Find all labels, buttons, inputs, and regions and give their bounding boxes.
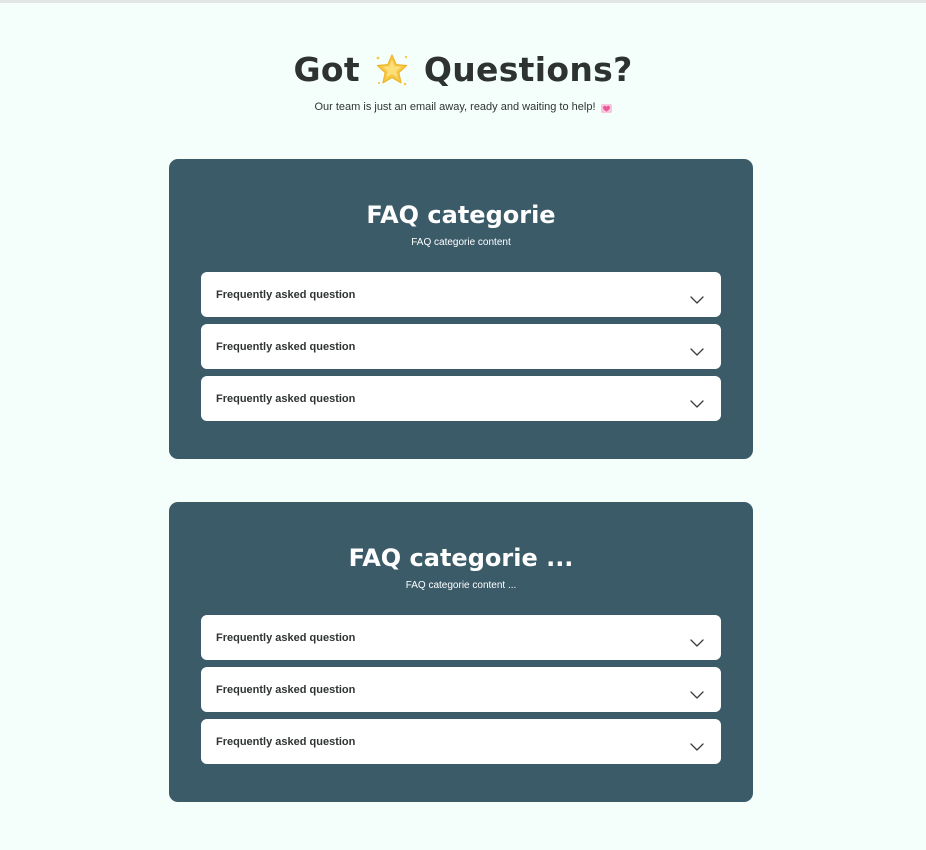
faq-category-1: FAQ categorie FAQ categorie content Freq… [169,159,753,459]
page-title: Got Questions? [0,48,926,92]
chevron-down-icon[interactable] [690,686,704,699]
faq-question: Frequently asked question [216,683,356,696]
chevron-down-icon[interactable] [690,634,704,647]
faq-list: Frequently asked question Frequently ask… [201,272,721,428]
faq-item[interactable]: Frequently asked question [201,376,721,421]
heart-icon [600,103,612,113]
top-divider [0,0,926,3]
faq-category-content: FAQ categorie content ... [405,580,517,591]
faq-item[interactable]: Frequently asked question [201,324,721,369]
faq-question: Frequently asked question [216,340,356,353]
chevron-down-icon[interactable] [690,395,704,408]
faq-item[interactable]: Frequently asked question [201,719,721,764]
hero-section: Got Questions? Our team is just an email… [0,48,926,114]
faq-item[interactable]: Frequently asked question [201,667,721,712]
faq-question: Frequently asked question [216,288,356,301]
chevron-down-icon[interactable] [690,738,704,751]
page-title-end: Questions? [423,50,633,89]
chevron-down-icon[interactable] [690,343,704,356]
faq-question: Frequently asked question [216,735,356,748]
star-icon [374,52,410,88]
faq-item[interactable]: Frequently asked question [201,615,721,660]
faq-item[interactable]: Frequently asked question [201,272,721,317]
faq-category-title: FAQ categorie ... [348,544,574,572]
faq-category-title: FAQ categorie [366,201,556,229]
page-subtitle-text: Our team is just an email away, ready an… [314,101,596,113]
chevron-down-icon[interactable] [690,291,704,304]
page-title-start: Got [293,50,360,89]
faq-list: Frequently asked question Frequently ask… [201,615,721,771]
faq-category-2: FAQ categorie ... FAQ categorie content … [169,502,753,802]
faq-question: Frequently asked question [216,392,356,405]
faq-category-content: FAQ categorie content [411,237,511,248]
page-subtitle: Our team is just an email away, ready an… [0,100,926,114]
faq-question: Frequently asked question [216,631,356,644]
